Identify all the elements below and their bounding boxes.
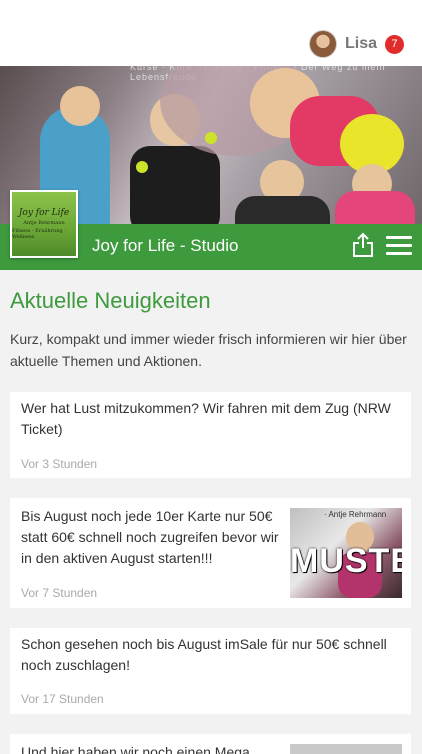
hero-figure	[235, 196, 330, 224]
news-item[interactable]: Wer hat Lust mitzukommen? Wir fahren mit…	[10, 392, 411, 478]
news-item-time: Vor 3 Stunden	[21, 457, 98, 471]
news-item-text: Schon gesehen noch bis August imSale für…	[21, 636, 387, 673]
news-item-text: Und hier haben wir noch einen Mega	[21, 744, 250, 754]
news-intro: Kurz, kompakt und immer wieder frisch in…	[10, 331, 407, 369]
user-menu[interactable]: Lisa 7	[308, 29, 404, 59]
news-item-text: Wer hat Lust mitzukommen? Wir fahren mit…	[21, 400, 391, 437]
hero-dumbbell	[136, 161, 148, 173]
logo-line: Fitness · Ernährung · Wellness	[12, 228, 66, 240]
notification-badge[interactable]: 7	[385, 34, 404, 54]
news-item[interactable]: Bis August noch jede 10er Karte nur 50€ …	[10, 498, 411, 608]
logo-line: Antje Rehrmann	[23, 220, 65, 226]
news-item[interactable]: Und hier haben wir noch einen Mega	[10, 734, 411, 754]
news-item[interactable]: Schon gesehen noch bis August imSale für…	[10, 628, 411, 714]
hamburger-menu-icon[interactable]	[386, 236, 412, 258]
hero-figure	[130, 146, 220, 224]
thumb-caption: · Antje Rehrmann	[324, 510, 387, 519]
news-item-thumbnail: · Antje Rehrmann MUSTER	[290, 508, 402, 598]
news-item-thumbnail	[290, 744, 402, 754]
page-title: Aktuelle Neuigkeiten	[10, 288, 211, 313]
studio-logo: Joy for Life Antje Rehrmann Fitness · Er…	[10, 190, 78, 258]
hero-figure	[335, 191, 415, 224]
logo-title: Joy for Life	[18, 208, 70, 218]
top-bar: Lisa 7	[0, 0, 422, 66]
thumb-watermark: MUSTER	[290, 542, 402, 580]
news-item-time: Vor 7 Stunden	[21, 586, 98, 600]
share-icon[interactable]	[352, 232, 374, 258]
hero-figure	[60, 86, 100, 126]
user-name[interactable]: Lisa	[345, 35, 377, 53]
news-item-time: Vor 17 Stunden	[21, 692, 104, 706]
news-item-text: Bis August noch jede 10er Karte nur 50€ …	[21, 508, 279, 566]
hero-dumbbell	[205, 132, 217, 144]
studio-title: Joy for Life - Studio	[92, 236, 239, 255]
avatar[interactable]	[308, 30, 337, 58]
